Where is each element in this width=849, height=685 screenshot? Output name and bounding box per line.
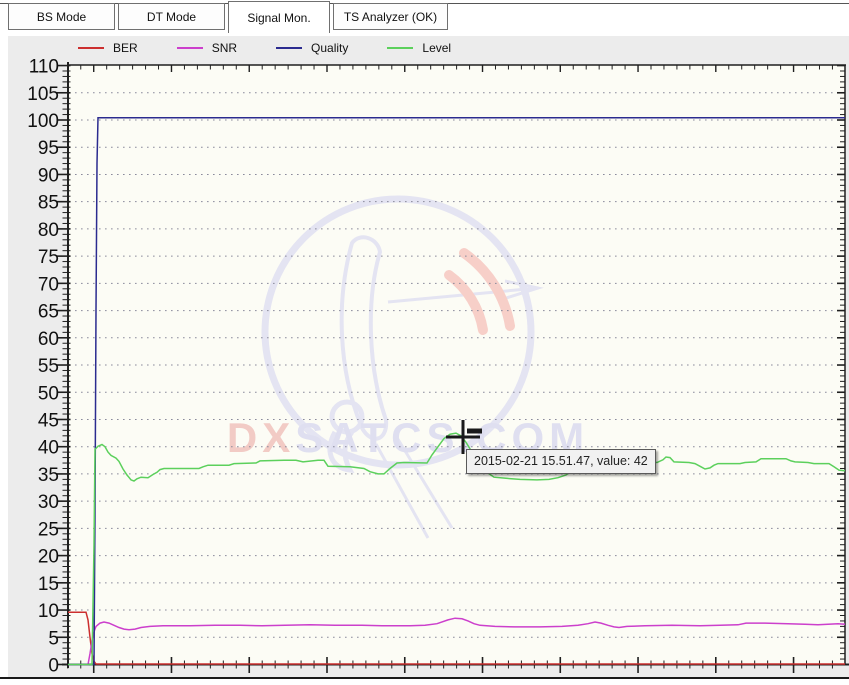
y-axis-label: 5 bbox=[48, 628, 59, 649]
y-axis-label: 60 bbox=[38, 329, 59, 350]
quality-line-swatch-icon bbox=[276, 47, 302, 49]
snr-line-swatch-icon bbox=[177, 47, 203, 49]
y-axis-label: 75 bbox=[38, 247, 59, 268]
y-axis-label: 10 bbox=[38, 601, 59, 622]
y-axis-label: 55 bbox=[38, 356, 59, 377]
y-axis-label: 40 bbox=[38, 438, 59, 459]
y-axis-label: 110 bbox=[29, 57, 59, 78]
tooltip-text: 2015-02-21 15.51.47, value: 42 bbox=[474, 454, 648, 468]
y-axis-label: 95 bbox=[38, 138, 59, 159]
tab-signal-mon[interactable]: Signal Mon. bbox=[228, 1, 330, 33]
legend-item-level: Level bbox=[387, 41, 451, 55]
y-axis-label: 45 bbox=[38, 410, 59, 431]
signal-chart[interactable]: DXSATCS.COM05101520253035404550556065707… bbox=[0, 0, 849, 685]
level-line-swatch-icon bbox=[387, 47, 413, 49]
y-axis-label: 70 bbox=[38, 274, 59, 295]
legend-label: BER bbox=[113, 41, 138, 55]
y-axis-label: 35 bbox=[38, 465, 59, 486]
tab-label: Signal Mon. bbox=[247, 11, 310, 25]
panel-bottom-border bbox=[0, 677, 849, 679]
ber-line-swatch-icon bbox=[78, 47, 104, 49]
y-axis-label: 80 bbox=[38, 220, 59, 241]
y-axis-label: 100 bbox=[27, 111, 59, 132]
y-axis-label: 25 bbox=[38, 519, 59, 540]
y-axis-label: 65 bbox=[38, 302, 59, 323]
y-axis-label: 0 bbox=[48, 656, 59, 677]
chart-legend: BER SNR Quality Level bbox=[78, 39, 490, 57]
y-axis-label: 105 bbox=[27, 84, 59, 105]
legend-label: Level bbox=[422, 41, 451, 55]
y-axis-label: 30 bbox=[38, 492, 59, 513]
legend-label: Quality bbox=[311, 41, 348, 55]
y-axis-label: 20 bbox=[38, 547, 59, 568]
y-axis-label: 15 bbox=[38, 574, 59, 595]
y-axis-label: 50 bbox=[38, 383, 59, 404]
legend-label: SNR bbox=[212, 41, 237, 55]
legend-item-ber: BER bbox=[78, 41, 138, 55]
chart-tooltip: 2015-02-21 15.51.47, value: 42 bbox=[466, 449, 656, 474]
y-axis-label: 85 bbox=[38, 193, 59, 214]
legend-item-snr: SNR bbox=[177, 41, 237, 55]
y-axis-label: 90 bbox=[38, 165, 59, 186]
legend-item-quality: Quality bbox=[276, 41, 348, 55]
signal-monitor-window: BS Mode DT Mode Signal Mon. TS Analyzer … bbox=[0, 0, 849, 685]
